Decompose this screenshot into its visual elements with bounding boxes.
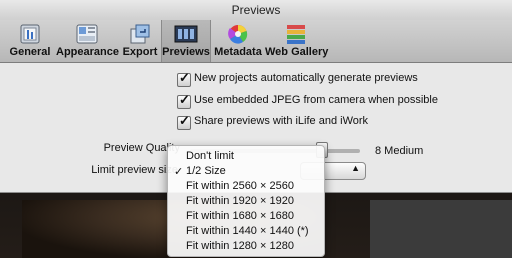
menu-item-2560[interactable]: Fit within 2560 × 2560	[168, 180, 324, 195]
title-bar[interactable]: Previews	[0, 0, 512, 20]
menu-item-1680[interactable]: Fit within 1680 × 1680	[168, 210, 324, 225]
tab-general[interactable]: General	[8, 20, 52, 62]
limit-size-menu: Don't limit ✓ 1/2 Size Fit within 2560 ×…	[167, 145, 325, 257]
color-wheel-icon	[226, 23, 250, 45]
tab-web-gallery[interactable]: Web Gallery	[265, 20, 329, 62]
checkmark-icon: ✓	[174, 166, 184, 178]
tab-label: General	[9, 46, 51, 58]
menu-item-half-size[interactable]: ✓ 1/2 Size	[168, 165, 324, 180]
background-panel	[370, 200, 512, 258]
general-prefs-icon	[18, 23, 42, 45]
menu-item-1280[interactable]: Fit within 1280 × 1280	[168, 240, 324, 255]
limit-preview-size-label: Limit preview size	[91, 164, 178, 176]
tab-label: Web Gallery	[265, 46, 329, 58]
checkbox-label: New projects automatically generate prev…	[194, 72, 418, 84]
menu-item-dont-limit[interactable]: Don't limit	[168, 150, 324, 165]
tab-appearance[interactable]: Appearance	[56, 20, 119, 62]
use-embedded-jpeg-checkbox[interactable]	[177, 92, 191, 109]
tab-label: Metadata	[214, 46, 262, 58]
checkbox-label: Share previews with iLife and iWork	[194, 115, 369, 127]
preview-quality-label: Preview Quality	[103, 142, 180, 154]
web-gallery-icon	[284, 23, 308, 45]
window-title: Previews	[231, 3, 281, 17]
menu-item-1440[interactable]: Fit within 1440 × 1440 (*)	[168, 225, 324, 240]
popup-arrows-icon: ▲	[351, 163, 360, 173]
checkbox-label: Use embedded JPEG from camera when possi…	[194, 94, 438, 106]
tab-previews[interactable]: Previews	[161, 20, 211, 62]
menu-item-1920[interactable]: Fit within 1920 × 1920	[168, 195, 324, 210]
preview-quality-value: 8 Medium	[375, 145, 424, 157]
auto-generate-previews-checkbox[interactable]	[177, 70, 191, 87]
tab-label: Export	[122, 46, 158, 58]
share-previews-checkbox[interactable]	[177, 113, 191, 130]
preferences-toolbar: General Appearance Export Previews Metad…	[0, 20, 512, 63]
tab-label: Previews	[162, 46, 210, 58]
tab-label: Appearance	[56, 46, 119, 58]
tab-metadata[interactable]: Metadata	[214, 20, 262, 62]
previews-filmstrip-icon	[174, 23, 198, 45]
appearance-icon	[75, 23, 99, 45]
export-icon	[128, 23, 152, 45]
tab-export[interactable]: Export	[120, 20, 160, 62]
